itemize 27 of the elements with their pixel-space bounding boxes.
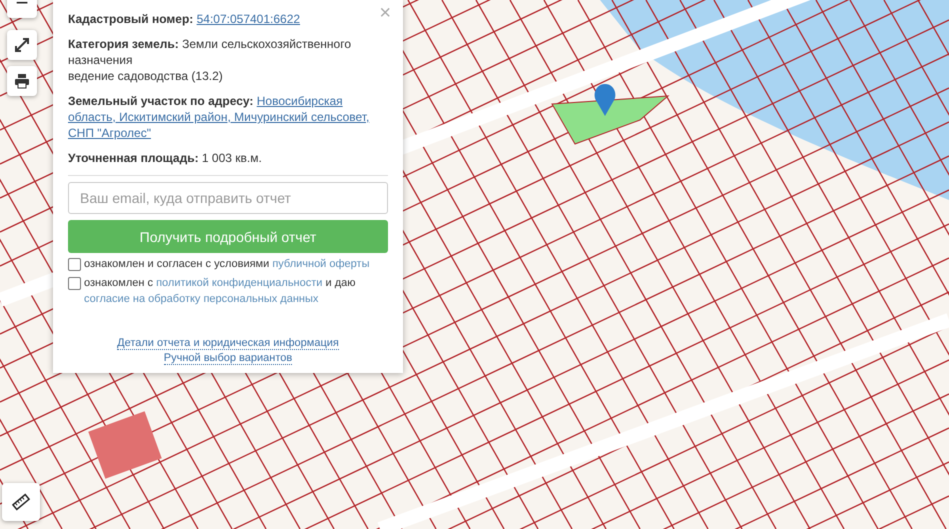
agreement-text: ознакомлен и согласен с условиями публичной оферты	[84, 257, 370, 272]
address-link[interactable]: СНП "Агролес"	[68, 126, 151, 140]
parcel-address: Земельный участок по адресу: Новосибирская область, Искитимский район, Мичуринский сельсовет, СНП "Агролес"	[68, 93, 368, 141]
agreement-text: ознакомлен с политикой конфиденциальности и даю согласие на обработку персональных данных	[84, 276, 356, 307]
land-category: Категория земель: Земли сельскохозяйственного назначения ведение садоводства (13.2)	[68, 36, 352, 84]
map-pin-icon[interactable]	[594, 84, 616, 116]
measure-button[interactable]	[2, 483, 40, 521]
info-link[interactable]: Детали отчета и юридическая информация	[117, 337, 339, 350]
cadastral-number: Кадастровый номер: 54:07:057401:6622	[68, 11, 300, 27]
agreement-checkbox[interactable]	[68, 258, 81, 271]
address-link[interactable]: Новосибирская	[256, 94, 343, 108]
zoom-out-button[interactable]: −	[7, 0, 37, 18]
cadastral-number-link[interactable]: 54:07:057401:6622	[196, 12, 300, 26]
selected-parcel-shape[interactable]	[551, 95, 670, 145]
info-link[interactable]: Ручной выбор вариантов	[164, 352, 292, 365]
printer-icon	[14, 73, 30, 89]
agreement-link[interactable]: согласие на обработку персональных данных	[84, 293, 318, 305]
print-button[interactable]	[7, 66, 37, 96]
ruler-icon	[12, 493, 30, 511]
fullscreen-button[interactable]	[7, 30, 37, 60]
agreement-link[interactable]: политикой конфиденциальности	[156, 277, 322, 289]
email-field[interactable]: Ваш email, куда отправить отчет	[68, 182, 388, 214]
address-link[interactable]: область, Искитимский район, Мичуринский сельсовет,	[68, 110, 370, 124]
agreement-checkbox[interactable]	[68, 277, 81, 290]
expand-icon	[14, 37, 30, 53]
agreement-link[interactable]: публичной оферты	[272, 258, 370, 270]
parcel-area: Уточненная площадь: 1 003 кв.м.	[68, 150, 262, 166]
